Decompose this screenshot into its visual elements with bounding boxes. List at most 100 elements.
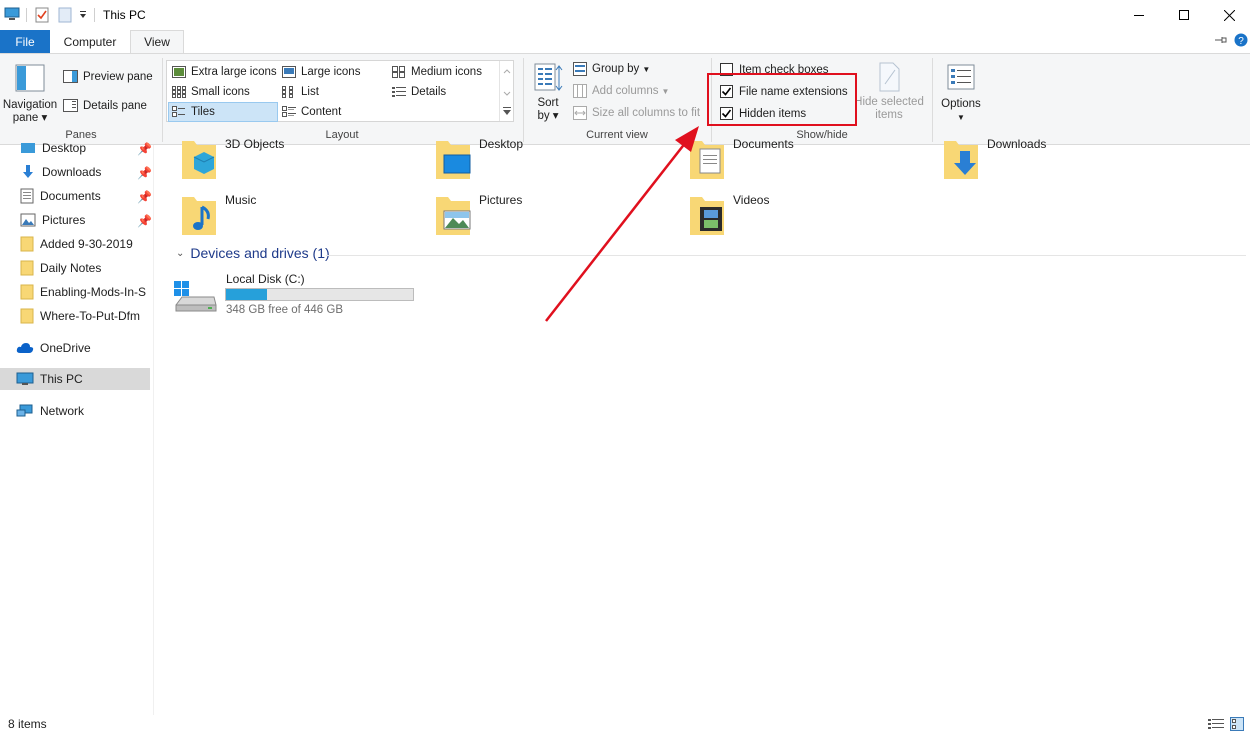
new-folder-icon[interactable] xyxy=(58,7,72,26)
size-all-columns-button[interactable]: Size all columns to fit xyxy=(573,106,700,120)
details-view-icon[interactable] xyxy=(1208,718,1224,733)
nav-item-pictures[interactable]: Pictures xyxy=(20,209,152,231)
drive-usage-fill xyxy=(226,289,268,300)
properties-icon[interactable] xyxy=(35,7,49,26)
title-bar: This PC xyxy=(0,0,1250,30)
preview-pane-icon xyxy=(63,70,78,83)
layout-small-icons[interactable]: Small icons xyxy=(169,82,277,102)
folder-tile-music[interactable]: Music xyxy=(180,193,430,239)
maximize-icon xyxy=(1179,10,1189,20)
tiles-view-icon[interactable] xyxy=(1230,717,1244,733)
desktop-icon xyxy=(20,141,36,155)
drive-usage-bar xyxy=(225,288,414,301)
list-icon xyxy=(282,86,296,98)
nav-item-downloads[interactable]: Downloads xyxy=(20,161,152,183)
close-button[interactable] xyxy=(1206,0,1250,30)
customize-toolbar-chevron-icon[interactable] xyxy=(78,9,88,23)
folder-icon xyxy=(20,260,34,276)
nav-item-documents[interactable]: Documents xyxy=(20,185,152,207)
tab-view[interactable]: View xyxy=(130,30,184,53)
nav-item-desktop[interactable]: Desktop xyxy=(20,137,152,159)
layout-tiles[interactable]: Tiles xyxy=(168,102,278,122)
add-columns-dropdown-icon: ▼ xyxy=(661,86,670,96)
medium-icons-icon xyxy=(392,66,406,78)
large-icons-icon xyxy=(282,66,296,78)
hide-selected-icon xyxy=(879,62,900,92)
details-pane-button[interactable]: Details pane xyxy=(63,99,147,112)
layout-medium-icons[interactable]: Medium icons xyxy=(389,62,497,82)
sort-by-button[interactable]: Sort by ▾ xyxy=(530,62,566,123)
annotation-highlight-box xyxy=(707,73,857,126)
group-by-button[interactable]: Group by ▼ xyxy=(573,62,650,76)
nav-item-folder[interactable]: Where-To-Put-Dfm xyxy=(20,305,152,327)
this-pc-icon xyxy=(16,372,34,386)
folder-icon xyxy=(20,308,34,324)
downloads-folder-icon xyxy=(944,141,978,179)
layout-gallery: Extra large icons Large icons Medium ico… xyxy=(166,60,514,122)
gallery-more-icon xyxy=(503,110,511,115)
nav-item-folder[interactable]: Daily Notes xyxy=(20,257,152,279)
layout-details[interactable]: Details xyxy=(389,82,497,102)
options-icon xyxy=(947,64,975,90)
group-options: Options ▼ xyxy=(933,54,989,144)
group-panes: Navigation pane ▾ Preview pane Details p… xyxy=(0,54,162,144)
folder-tile-downloads[interactable]: Downloads xyxy=(942,137,1192,185)
nav-item-folder[interactable]: Added 9-30-2019 xyxy=(20,233,152,255)
downloads-icon xyxy=(20,164,36,180)
minimize-button[interactable] xyxy=(1116,0,1162,30)
tab-computer[interactable]: Computer xyxy=(52,30,128,53)
layout-gallery-scroll[interactable] xyxy=(499,61,513,121)
music-folder-icon xyxy=(182,197,216,235)
this-pc-icon[interactable] xyxy=(4,7,20,24)
layout-extra-large-icons[interactable]: Extra large icons xyxy=(169,62,277,82)
layout-large-icons[interactable]: Large icons xyxy=(279,62,387,82)
pin-icon[interactable]: 📌 xyxy=(137,214,152,228)
group-by-dropdown-icon: ▼ xyxy=(642,64,651,74)
nav-item-this-pc[interactable]: This PC xyxy=(0,368,150,390)
folder-tile-3d-objects[interactable]: 3D Objects xyxy=(180,137,430,185)
layout-content[interactable]: Content xyxy=(279,102,387,122)
layout-list[interactable]: List xyxy=(279,82,387,102)
folder-tile-pictures[interactable]: Pictures xyxy=(434,193,684,239)
group-by-icon xyxy=(573,62,587,76)
devices-and-drives-header[interactable]: ⌄ Devices and drives (1) xyxy=(176,245,330,261)
tab-file[interactable]: File xyxy=(0,30,50,53)
folder-tile-desktop[interactable]: Desktop xyxy=(434,137,684,185)
minimize-icon xyxy=(1134,15,1144,16)
chevron-down-icon[interactable]: ⌄ xyxy=(176,248,184,259)
pictures-folder-icon xyxy=(436,197,471,235)
help-icon[interactable]: ? xyxy=(1234,33,1248,50)
folder-tile-documents[interactable]: Documents xyxy=(688,137,938,185)
folder-icon xyxy=(20,284,34,300)
onedrive-cloud-icon xyxy=(16,342,34,354)
folder-tile-videos[interactable]: Videos xyxy=(688,193,938,239)
nav-item-network[interactable]: Network xyxy=(0,400,150,422)
pin-ribbon-icon[interactable] xyxy=(1214,34,1228,49)
local-disk-icon[interactable] xyxy=(172,279,218,320)
network-icon xyxy=(16,404,34,418)
folder-icon xyxy=(20,236,34,252)
navigation-pane-button[interactable]: Navigation pane ▾ xyxy=(2,64,58,125)
drive-free-space: 348 GB free of 446 GB xyxy=(226,304,343,316)
maximize-button[interactable] xyxy=(1161,0,1207,30)
pin-icon[interactable]: 📌 xyxy=(137,142,152,156)
add-columns-button[interactable]: Add columns ▼ xyxy=(573,84,669,98)
pin-icon[interactable]: 📌 xyxy=(137,190,152,204)
items-count: 8 items xyxy=(8,717,47,731)
videos-folder-icon xyxy=(690,197,724,235)
window-title: This PC xyxy=(103,8,146,22)
scroll-down-icon xyxy=(503,91,511,96)
tiles-icon xyxy=(172,106,186,118)
preview-pane-button[interactable]: Preview pane xyxy=(63,70,153,83)
pin-icon[interactable]: 📌 xyxy=(137,166,152,180)
pictures-icon xyxy=(20,213,36,227)
small-icons-icon xyxy=(172,86,186,98)
hide-selected-items-button[interactable]: Hide selected items xyxy=(854,62,924,122)
status-bar: 8 items xyxy=(0,715,1250,733)
ribbon: Navigation pane ▾ Preview pane Details p… xyxy=(0,53,1250,145)
nav-item-onedrive[interactable]: OneDrive xyxy=(0,337,150,359)
drive-name[interactable]: Local Disk (C:) xyxy=(226,272,305,286)
nav-item-folder[interactable]: Enabling-Mods-In-S xyxy=(20,281,152,303)
content-pane: 3D Objects Desktop Documents Downloads M… xyxy=(153,137,1250,715)
options-button[interactable]: Options ▼ xyxy=(937,64,985,124)
